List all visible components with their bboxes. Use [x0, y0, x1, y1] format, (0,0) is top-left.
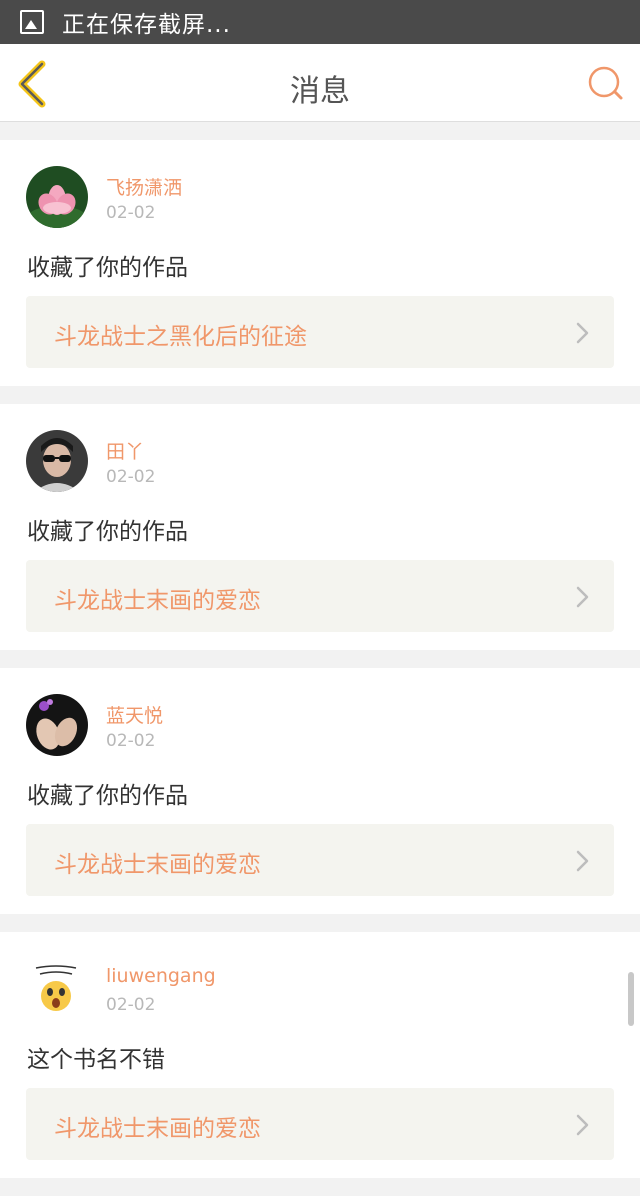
message-card: 蓝天悦 02-02 收藏了你的作品 斗龙战士末画的爱恋: [0, 668, 640, 914]
work-title: 斗龙战士末画的爱恋: [54, 852, 261, 878]
emoji-avatar[interactable]: [26, 958, 88, 1020]
work-title: 斗龙战士末画的爱恋: [54, 588, 261, 614]
work-link[interactable]: 斗龙战士之黑化后的征途: [26, 296, 614, 368]
message-text: 收藏了你的作品: [27, 783, 188, 809]
message-text: 这个书名不错: [27, 1047, 165, 1073]
lotus-avatar[interactable]: [26, 166, 88, 228]
scrollbar-thumb[interactable]: [628, 972, 634, 1026]
username[interactable]: 蓝天悦: [106, 701, 163, 728]
chevron-right-icon: [576, 322, 589, 344]
sunglasses-avatar[interactable]: [26, 430, 88, 492]
message-card: 飞扬潇洒 02-02 收藏了你的作品 斗龙战士之黑化后的征途: [0, 140, 640, 386]
work-link[interactable]: 斗龙战士末画的爱恋: [26, 824, 614, 896]
message-date: 02-02: [106, 467, 156, 487]
chevron-right-icon: [576, 586, 589, 608]
message-list: 飞扬潇洒 02-02 收藏了你的作品 斗龙战士之黑化后的征途 田丫 02-02 …: [0, 140, 640, 1196]
work-link[interactable]: 斗龙战士末画的爱恋: [26, 1088, 614, 1160]
message-card: 田丫 02-02 收藏了你的作品 斗龙战士末画的爱恋: [0, 404, 640, 650]
work-title: 斗龙战士之黑化后的征途: [54, 324, 307, 350]
message-text: 收藏了你的作品: [27, 519, 188, 545]
username[interactable]: 飞扬潇洒: [106, 173, 182, 200]
username[interactable]: 田丫: [106, 437, 144, 464]
message-date: 02-02: [106, 995, 156, 1015]
status-text: 正在保存截屏...: [62, 12, 231, 38]
message-date: 02-02: [106, 731, 156, 751]
status-bar: 正在保存截屏...: [0, 0, 640, 44]
hands-avatar[interactable]: [26, 694, 88, 756]
chevron-right-icon: [576, 1114, 589, 1136]
search-icon[interactable]: [586, 64, 624, 102]
message-date: 02-02: [106, 203, 156, 223]
top-nav-bar: 消息: [0, 44, 640, 122]
message-card: liuwengang 02-02 这个书名不错 斗龙战士末画的爱恋: [0, 932, 640, 1178]
message-text: 收藏了你的作品: [27, 255, 188, 281]
work-link[interactable]: 斗龙战士末画的爱恋: [26, 560, 614, 632]
page-title: 消息: [290, 74, 350, 109]
chevron-right-icon: [576, 850, 589, 872]
username[interactable]: liuwengang: [106, 965, 216, 987]
screenshot-icon: [20, 10, 44, 34]
